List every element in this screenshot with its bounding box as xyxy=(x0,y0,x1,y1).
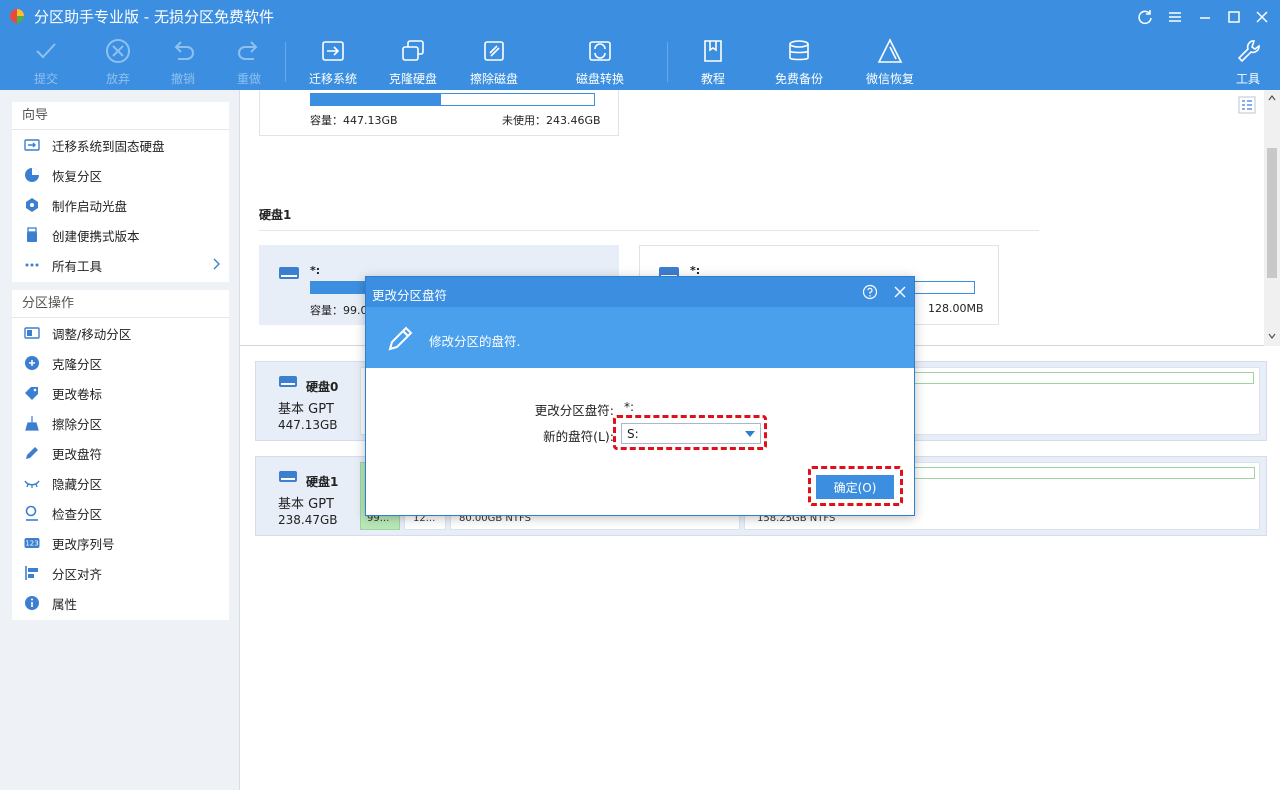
help-icon[interactable] xyxy=(862,284,878,300)
wizard-item-recover-partition[interactable]: 恢复分区 xyxy=(12,160,229,190)
scroll-down-icon[interactable] xyxy=(1268,332,1276,340)
app-logo-icon xyxy=(10,9,24,23)
minimize-button[interactable] xyxy=(1194,6,1216,28)
close-button[interactable] xyxy=(1251,6,1273,28)
scrollbar-thumb[interactable] xyxy=(1267,148,1277,278)
convert-icon xyxy=(589,41,611,61)
magnifier-icon xyxy=(24,505,40,521)
tag-icon xyxy=(24,385,40,401)
wipe-disk-icon xyxy=(484,41,504,61)
left-panel: 向导 迁移系统到固态硬盘 恢复分区 制作启动光盘 创建便携式版本 所有工具 分区… xyxy=(0,90,240,790)
toolbar-separator xyxy=(667,42,668,82)
current-letter-label: 更改分区盘符: xyxy=(534,403,614,418)
op-align-partition[interactable]: 分区对齐 xyxy=(12,558,229,588)
dialog-close-icon[interactable] xyxy=(892,284,908,300)
usb-icon xyxy=(24,227,40,243)
dialog-title: 更改分区盘符 xyxy=(372,288,448,303)
info-icon xyxy=(24,595,40,611)
toolbar-separator xyxy=(285,42,286,82)
view-toggle-icon[interactable] xyxy=(1238,96,1256,114)
align-icon xyxy=(24,565,40,581)
boot-disc-icon xyxy=(24,197,40,213)
usage-bar xyxy=(310,93,595,106)
disk-icon xyxy=(279,376,297,387)
partition-bar xyxy=(911,372,1254,384)
wechat-recovery-button[interactable]: 微信恢复 xyxy=(848,34,932,90)
disk-icon xyxy=(279,267,299,279)
top-bar: 分区助手专业版 - 无损分区免费软件 提交 放弃 撤销 重做 迁移系统 克隆硬盘… xyxy=(0,0,1280,90)
svg-text:123: 123 xyxy=(25,540,38,548)
wizard-item-boot-disc[interactable]: 制作启动光盘 xyxy=(12,190,229,220)
hidden-eye-icon xyxy=(24,475,40,491)
wipe-disk-button[interactable]: 擦除磁盘 xyxy=(452,34,536,90)
current-letter-value: *: xyxy=(624,400,635,414)
menu-icon[interactable] xyxy=(1164,6,1186,28)
discard-icon xyxy=(106,39,130,63)
unused-text: 未使用：243.46GB xyxy=(502,114,601,127)
tutorial-button[interactable]: 教程 xyxy=(671,34,755,90)
broom-icon xyxy=(24,415,40,431)
disk0-partition-card[interactable]: 容量：447.13GB 未使用：243.46GB xyxy=(259,90,619,136)
backup-icon xyxy=(789,40,809,61)
more-icon xyxy=(24,257,40,273)
refresh-icon[interactable] xyxy=(1134,6,1156,28)
free-backup-button[interactable]: 免费备份 xyxy=(757,34,841,90)
disk1-heading: 硬盘1 xyxy=(259,208,292,222)
clone-partition-icon xyxy=(24,355,40,371)
op-check-partition[interactable]: 检查分区 xyxy=(12,498,229,528)
op-wipe-partition[interactable]: 擦除分区 xyxy=(12,408,229,438)
clone-disk-icon xyxy=(402,40,424,61)
tools-button[interactable]: 工具 xyxy=(1206,34,1280,90)
divider xyxy=(259,230,1039,231)
maximize-button[interactable] xyxy=(1223,6,1245,28)
redo-button[interactable]: 重做 xyxy=(207,34,291,90)
wrench-icon xyxy=(1237,40,1260,63)
toolbar: 提交 放弃 撤销 重做 迁移系统 克隆硬盘 擦除磁盘 磁盘转换 教程 免费备份 … xyxy=(0,34,1280,90)
wizard-item-portable[interactable]: 创建便携式版本 xyxy=(12,220,229,250)
disk-convert-button[interactable]: 磁盘转换 xyxy=(558,34,642,90)
migrate-icon xyxy=(322,41,344,61)
op-clone-partition[interactable]: 克隆分区 xyxy=(12,348,229,378)
recover-partition-icon xyxy=(24,167,40,183)
new-letter-label: 新的盘符(L): xyxy=(543,429,614,444)
capacity-text: 容量：447.13GB xyxy=(310,114,398,127)
op-properties[interactable]: 属性 xyxy=(12,588,229,618)
highlight-ok-button xyxy=(808,466,903,506)
pencil-icon xyxy=(24,445,40,461)
highlight-select xyxy=(613,415,767,450)
chevron-right-icon xyxy=(211,258,221,273)
app-title: 分区助手专业版 - 无损分区免费软件 xyxy=(34,8,274,26)
pencil-icon xyxy=(388,326,413,351)
usage-bar-fill xyxy=(311,94,442,105)
op-resize-move[interactable]: 调整/移动分区 xyxy=(12,318,229,348)
book-icon xyxy=(704,40,722,62)
recovery-icon xyxy=(877,38,903,63)
vertical-scrollbar[interactable] xyxy=(1264,90,1280,346)
wizard-title: 向导 xyxy=(12,102,229,130)
redo-icon xyxy=(238,41,258,60)
dialog-title-bar: 更改分区盘符 xyxy=(366,277,914,307)
op-change-drive-letter[interactable]: 更改盘符 xyxy=(12,438,229,468)
clone-disk-button[interactable]: 克隆硬盘 xyxy=(371,34,455,90)
op-hide-partition[interactable]: 隐藏分区 xyxy=(12,468,229,498)
op-change-serial[interactable]: 123 更改序列号 xyxy=(12,528,229,558)
wizard-item-migrate-ssd[interactable]: 迁移系统到固态硬盘 xyxy=(12,130,229,160)
check-icon xyxy=(36,43,56,59)
migrate-os-button[interactable]: 迁移系统 xyxy=(291,34,375,90)
wizard-item-all-tools[interactable]: 所有工具 xyxy=(12,250,229,280)
ops-title: 分区操作 xyxy=(12,290,229,318)
title-bar: 分区助手专业版 - 无损分区免费软件 xyxy=(0,0,1280,32)
op-change-label[interactable]: 更改卷标 xyxy=(12,378,229,408)
disk-icon xyxy=(279,471,297,482)
resize-icon xyxy=(24,325,40,341)
dialog-subtitle: 修改分区的盘符. xyxy=(429,334,521,349)
migrate-ssd-icon xyxy=(24,137,40,153)
undo-icon xyxy=(174,41,194,60)
disk-icon xyxy=(276,90,298,93)
serial-number-icon: 123 xyxy=(24,535,40,551)
wizard-panel: 向导 迁移系统到固态硬盘 恢复分区 制作启动光盘 创建便携式版本 所有工具 xyxy=(12,102,229,282)
partition-ops-panel: 分区操作 调整/移动分区 克隆分区 更改卷标 擦除分区 更改盘符 隐藏分区 检查… xyxy=(12,290,229,620)
scroll-up-icon[interactable] xyxy=(1268,94,1276,102)
dialog-header: 修改分区的盘符. xyxy=(366,307,914,368)
